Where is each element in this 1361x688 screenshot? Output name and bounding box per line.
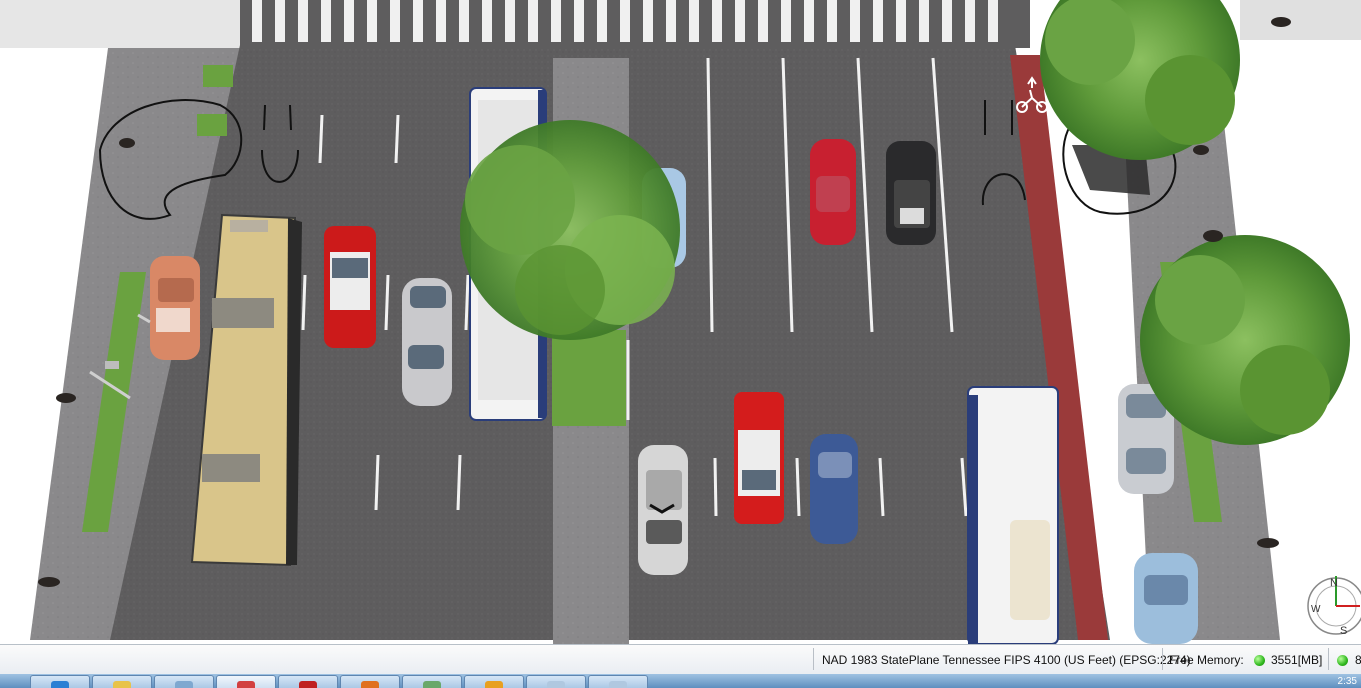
firefox-icon <box>361 681 379 688</box>
left-grass-patch <box>203 65 233 87</box>
car-white-police[interactable] <box>638 445 688 575</box>
bus-right[interactable] <box>967 386 1059 644</box>
car-red-2[interactable] <box>810 139 856 245</box>
car-black[interactable] <box>886 141 936 245</box>
app-yellow-icon <box>485 681 503 688</box>
car-lightblue-2[interactable] <box>1134 553 1198 644</box>
status-separator <box>1162 648 1163 670</box>
secondary-status-indicator-icon <box>1337 655 1348 666</box>
taskbar-clock[interactable]: 2:35 <box>1338 676 1357 687</box>
compass-south-label: S <box>1340 625 1347 637</box>
memory-status-indicator-icon <box>1254 655 1265 666</box>
car-orange[interactable] <box>150 256 200 360</box>
median-grass <box>552 330 626 426</box>
ie-icon <box>51 681 69 688</box>
tree-right <box>1140 235 1350 445</box>
taskbar-button-app-3[interactable] <box>402 675 462 688</box>
taskbar-button-app[interactable] <box>154 675 214 688</box>
taskbar-button-mail[interactable] <box>526 675 586 688</box>
free-memory-value: 3551[MB] <box>1271 653 1323 667</box>
app-red-icon <box>237 681 255 688</box>
windows-taskbar: 2:35 <box>0 674 1361 688</box>
tree-center <box>460 120 680 340</box>
status-separator <box>1328 648 1329 670</box>
3d-street-scene-viewport[interactable]: N S W <box>0 0 1361 644</box>
car-navy[interactable] <box>810 434 858 544</box>
crosswalk-area <box>240 0 1030 48</box>
app-green-icon <box>423 681 441 688</box>
status-separator <box>813 648 814 670</box>
taskbar-button-firefox[interactable] <box>340 675 400 688</box>
mail-icon <box>547 681 565 688</box>
compass-west-label: W <box>1311 604 1321 615</box>
taskbar-button-app-2[interactable] <box>278 675 338 688</box>
taskbar-button-app-4[interactable] <box>464 675 524 688</box>
free-memory-label: Free Memory: <box>1169 653 1244 667</box>
car-red-1[interactable] <box>324 226 376 348</box>
compass-north-label: N <box>1330 577 1338 589</box>
taskbar-button-ie[interactable] <box>30 675 90 688</box>
taskbar-button-active-app[interactable] <box>216 675 276 688</box>
top-right-block <box>1240 0 1361 40</box>
top-left-block <box>0 0 245 48</box>
folder-icon <box>113 681 131 688</box>
crs-label: NAD 1983 StatePlane Tennessee FIPS 4100 … <box>822 653 1191 667</box>
car-red-3[interactable] <box>734 392 784 524</box>
mail2-icon <box>609 681 627 688</box>
status-bar: NAD 1983 StatePlane Tennessee FIPS 4100 … <box>0 644 1361 675</box>
car-silver-1[interactable] <box>402 278 452 406</box>
app-red2-icon <box>299 681 317 688</box>
taskbar-button-mail-2[interactable] <box>588 675 648 688</box>
left-grass-patch <box>197 114 227 136</box>
taskbar-button-folder[interactable] <box>92 675 152 688</box>
secondary-status-value: 8 <box>1355 653 1361 667</box>
app-icon <box>175 681 193 688</box>
